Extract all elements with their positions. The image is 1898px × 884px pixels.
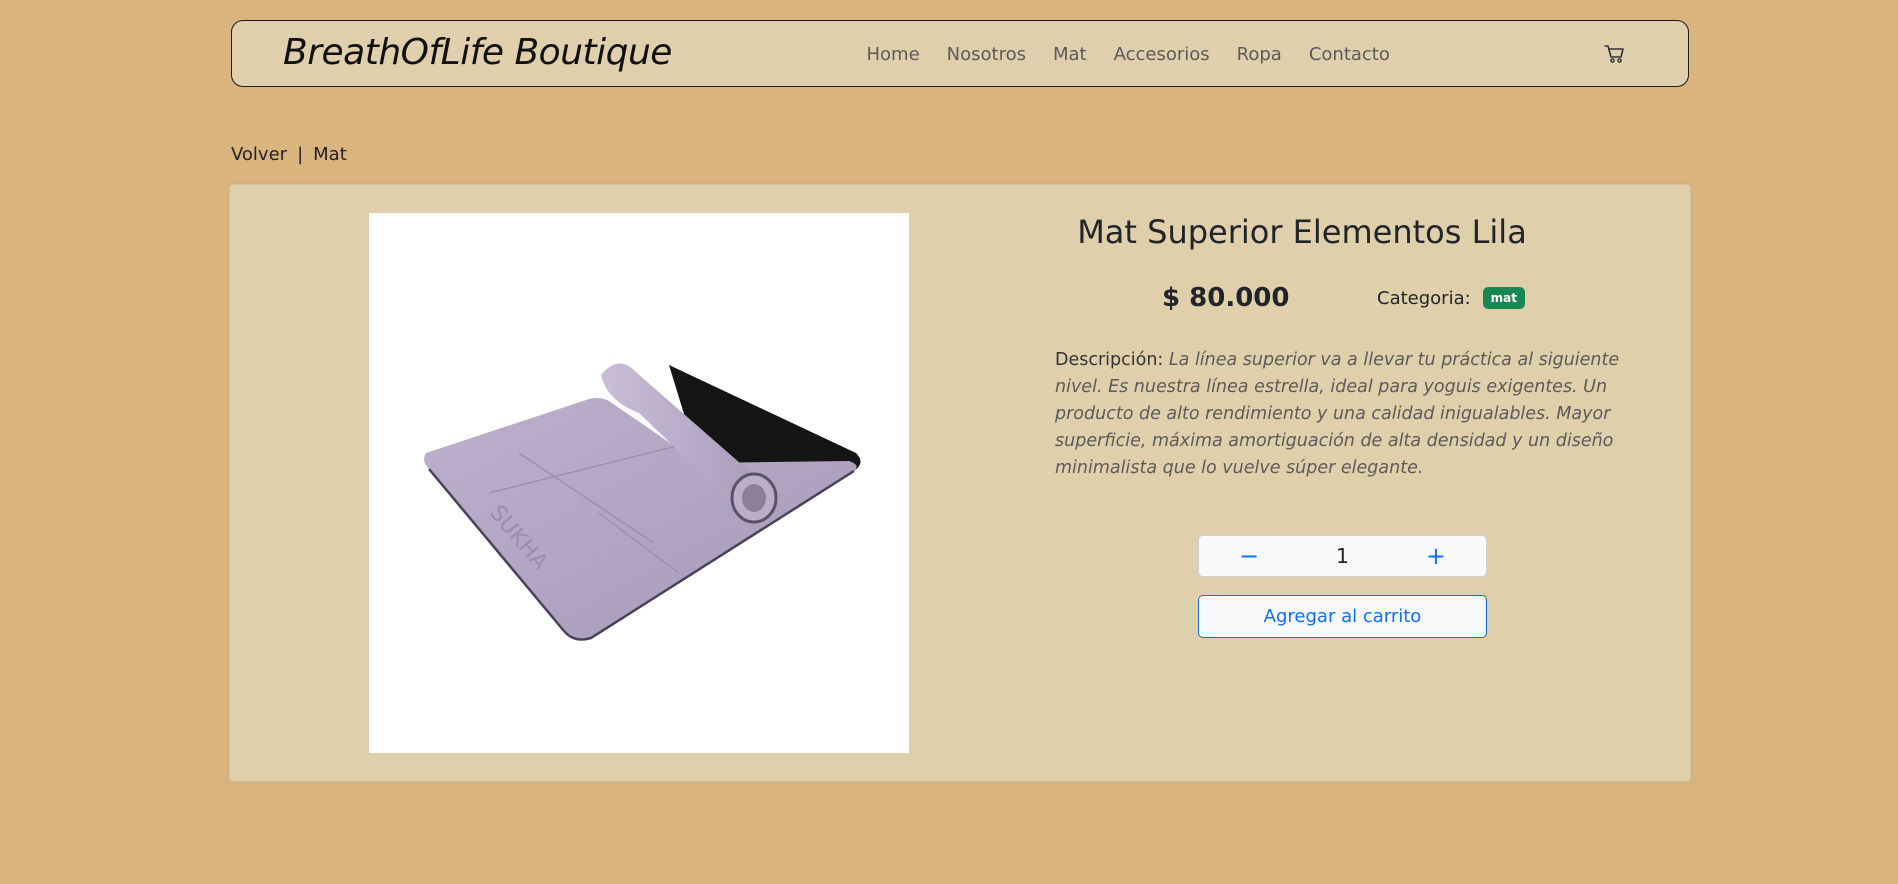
increment-button[interactable]: + <box>1386 536 1486 576</box>
nav-links: Home Nosotros Mat Accesorios Ropa Contac… <box>853 21 1403 88</box>
cart-icon[interactable] <box>1603 43 1627 65</box>
breadcrumb: Volver | Mat <box>231 144 347 165</box>
nav-link-home[interactable]: Home <box>853 44 933 65</box>
navbar: BreathOfLife Boutique Home Nosotros Mat … <box>231 20 1689 87</box>
breadcrumb-back-link[interactable]: Volver <box>231 144 287 165</box>
product-card: SUKHA Mat Superior Elementos Lila $ 80.0… <box>229 184 1691 782</box>
nav-link-nosotros[interactable]: Nosotros <box>933 44 1039 65</box>
category-badge: mat <box>1482 287 1526 309</box>
product-description: Descripción: La línea superior va a llev… <box>1055 347 1625 482</box>
product-title: Mat Superior Elementos Lila <box>1077 213 1527 251</box>
product-category: Categoria: mat <box>1377 287 1526 309</box>
product-image: SUKHA <box>369 213 909 753</box>
nav-link-contacto[interactable]: Contacto <box>1295 44 1403 65</box>
quantity-value[interactable]: 1 <box>1336 544 1349 568</box>
add-to-cart-button[interactable]: Agregar al carrito <box>1198 595 1487 638</box>
breadcrumb-separator: | <box>297 144 304 165</box>
product-price: $ 80.000 <box>1162 283 1290 313</box>
quantity-stepper: − 1 + <box>1198 535 1487 577</box>
nav-link-mat[interactable]: Mat <box>1039 44 1100 65</box>
decrement-button[interactable]: − <box>1199 536 1299 576</box>
nav-link-accesorios[interactable]: Accesorios <box>1100 44 1223 65</box>
brand-logo[interactable]: BreathOfLife Boutique <box>283 32 672 73</box>
description-label: Descripción: <box>1055 350 1164 370</box>
breadcrumb-current: Mat <box>313 144 347 165</box>
nav-link-ropa[interactable]: Ropa <box>1223 44 1295 65</box>
category-label: Categoria: <box>1377 287 1471 309</box>
